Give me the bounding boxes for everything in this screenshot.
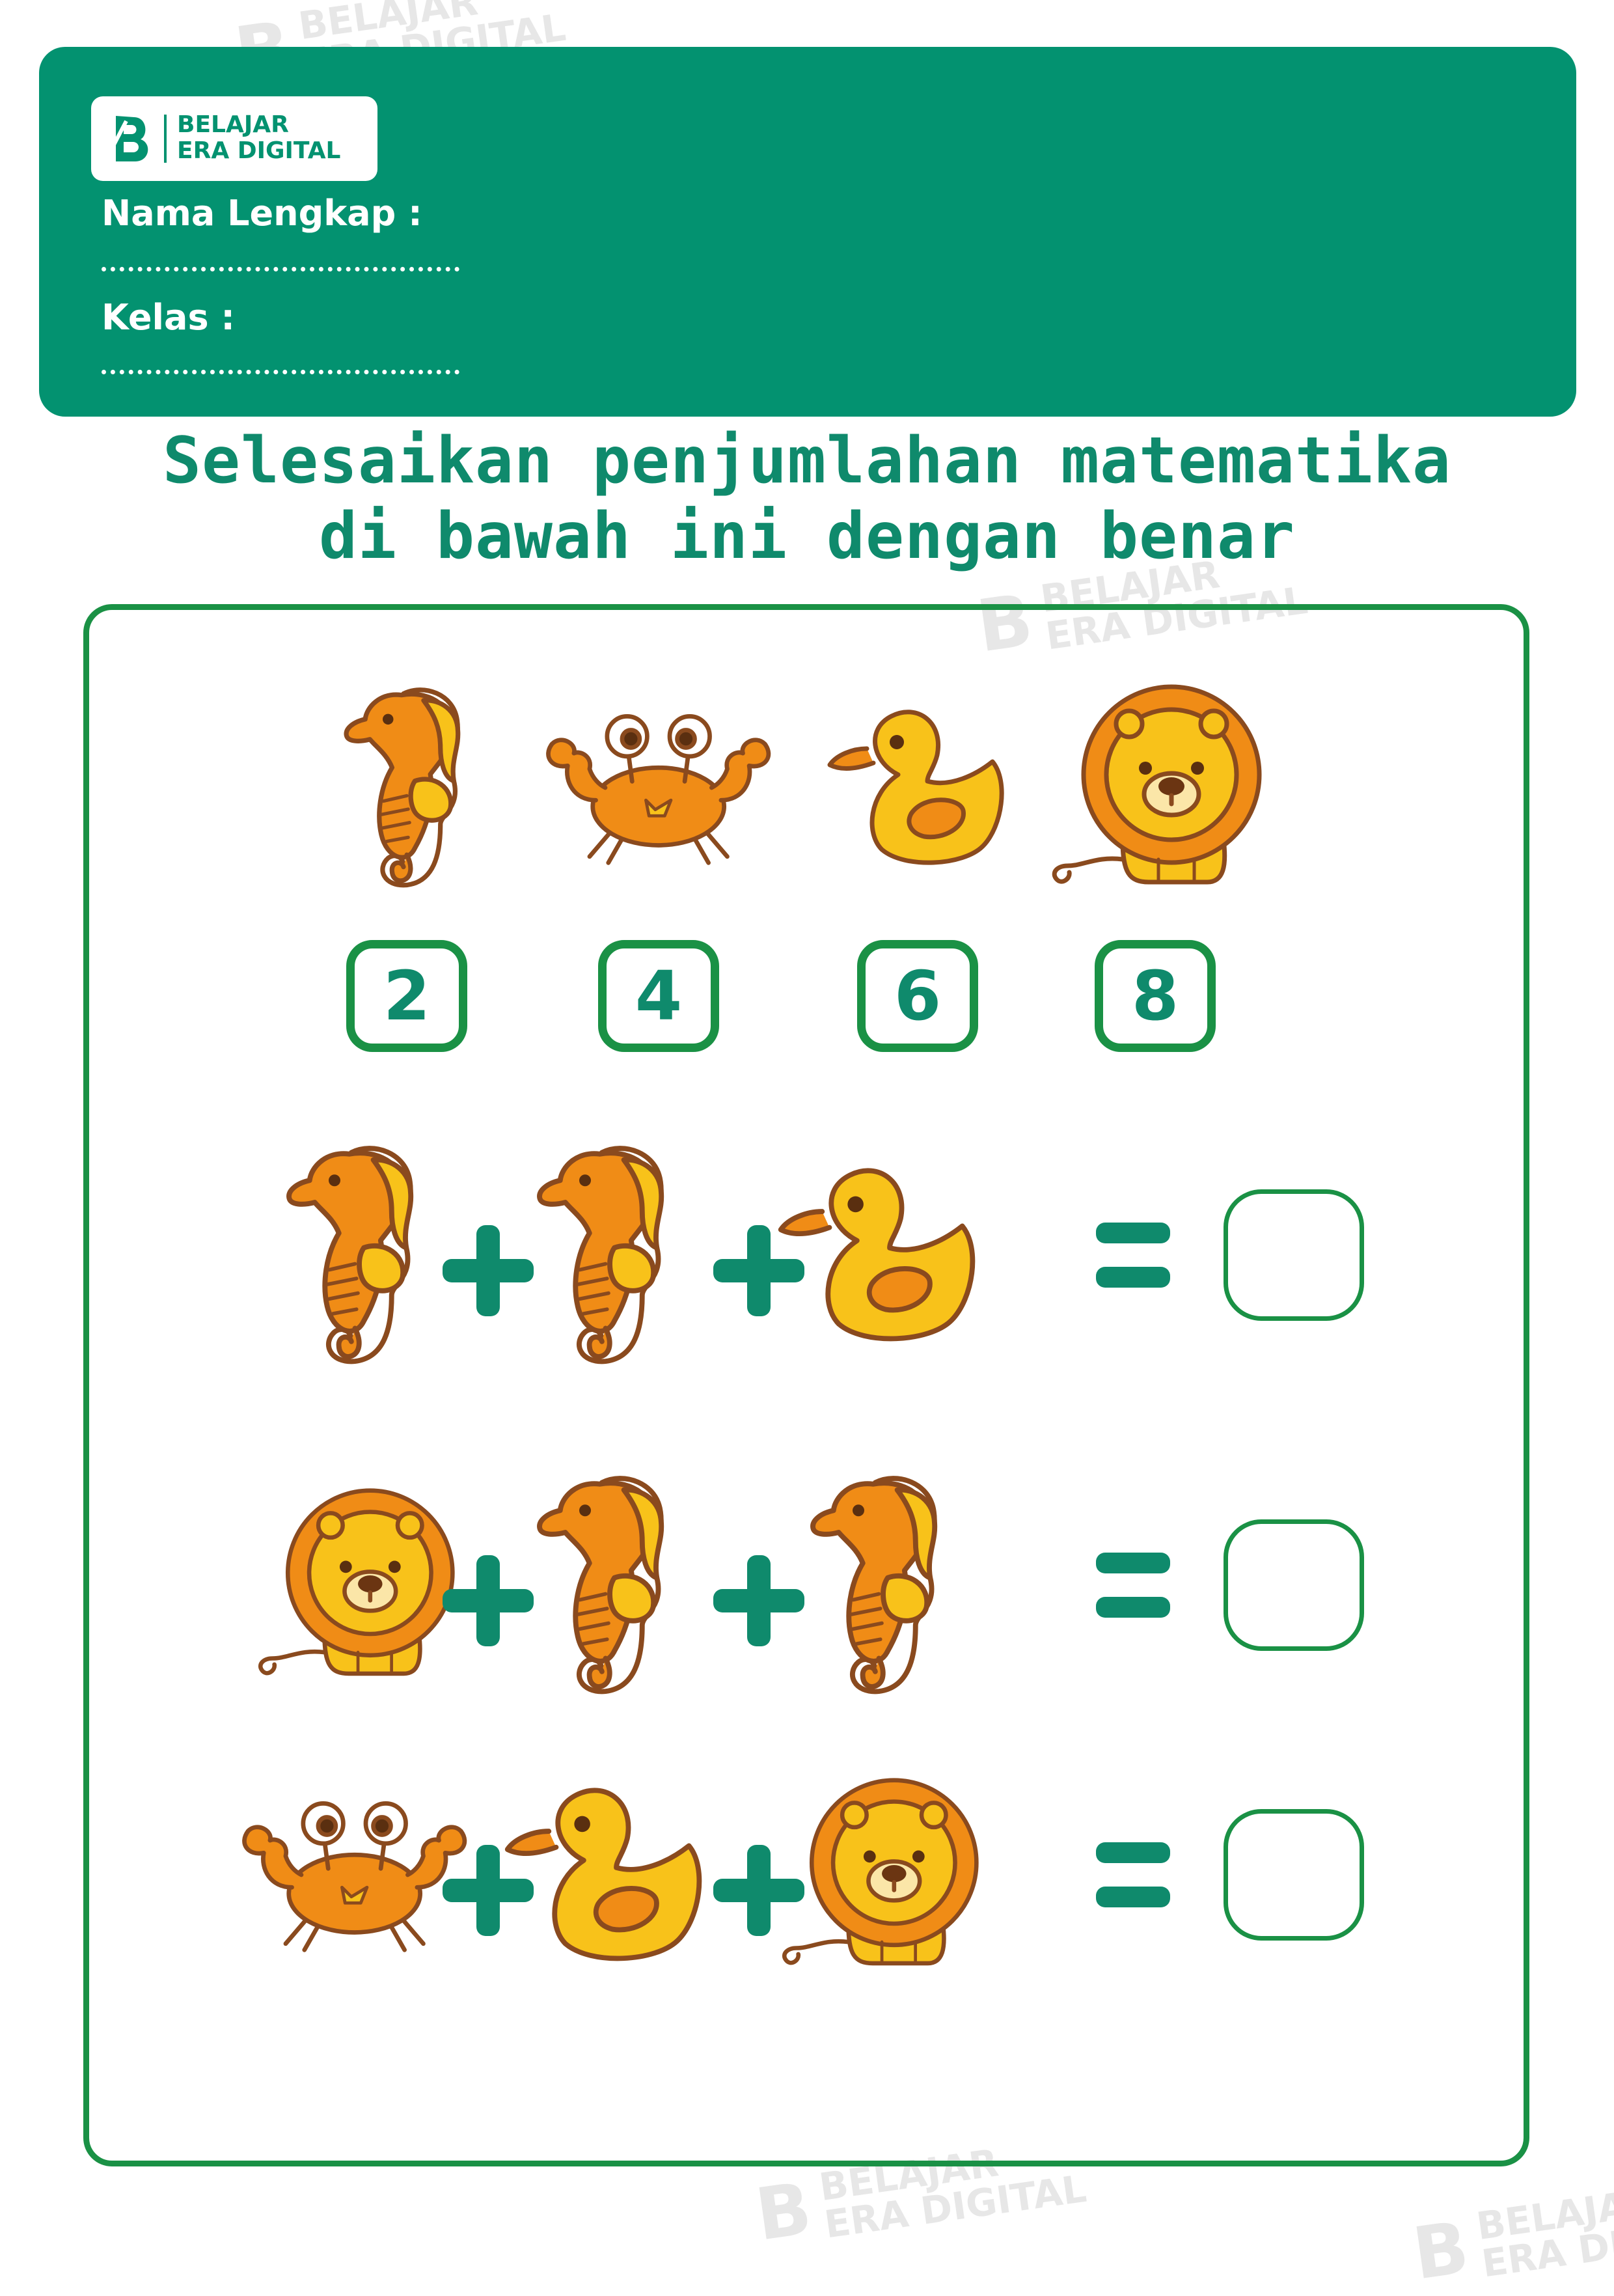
lion-icon xyxy=(775,1777,983,1972)
instruction-title-line1: Selesaikan penjumlahan matematika xyxy=(162,424,1452,498)
lion-icon xyxy=(1045,684,1266,892)
equals-sign xyxy=(1096,1842,1170,1907)
key-value-2: 4 xyxy=(598,940,719,1052)
instruction-title-line2: di bawah ini dengan benar xyxy=(318,499,1296,574)
brand-logo: BELAJAR ERA DIGITAL xyxy=(91,96,377,181)
plus-sign xyxy=(443,1845,534,1936)
key-value-1: 2 xyxy=(346,940,467,1052)
plus-sign xyxy=(713,1225,804,1316)
key-value-3: 6 xyxy=(857,940,978,1052)
seahorse-icon xyxy=(532,1138,679,1372)
seahorse-icon xyxy=(340,680,474,895)
class-field-line[interactable] xyxy=(102,370,459,374)
class-label: Kelas : xyxy=(102,297,236,338)
answer-box-2[interactable] xyxy=(1224,1519,1364,1651)
student-info-header: BELAJAR ERA DIGITAL Nama Lengkap : Kelas… xyxy=(39,47,1576,417)
watermark: BBELAJARERA DIGITAL xyxy=(1408,2179,1614,2296)
answer-box-3[interactable] xyxy=(1224,1809,1364,1941)
brand-mark-icon xyxy=(110,116,148,161)
plus-sign xyxy=(713,1555,804,1646)
duck-icon xyxy=(820,703,1015,872)
plus-sign xyxy=(713,1845,804,1936)
equals-sign xyxy=(1096,1223,1170,1288)
logo-separator xyxy=(164,115,167,163)
plus-sign xyxy=(443,1225,534,1316)
crab-icon xyxy=(236,1793,473,1956)
brand-name: BELAJAR ERA DIGITAL xyxy=(177,111,341,164)
seahorse-icon xyxy=(806,1468,952,1702)
lion-icon xyxy=(251,1487,459,1683)
crab-icon xyxy=(540,706,777,869)
name-label: Nama Lengkap : xyxy=(102,193,422,234)
seahorse-icon xyxy=(532,1468,679,1702)
answer-box-1[interactable] xyxy=(1224,1189,1364,1321)
seahorse-icon xyxy=(282,1138,428,1372)
equals-sign xyxy=(1096,1553,1170,1618)
plus-sign xyxy=(443,1555,534,1646)
name-field-line[interactable] xyxy=(102,267,459,271)
key-value-4: 8 xyxy=(1095,940,1216,1052)
